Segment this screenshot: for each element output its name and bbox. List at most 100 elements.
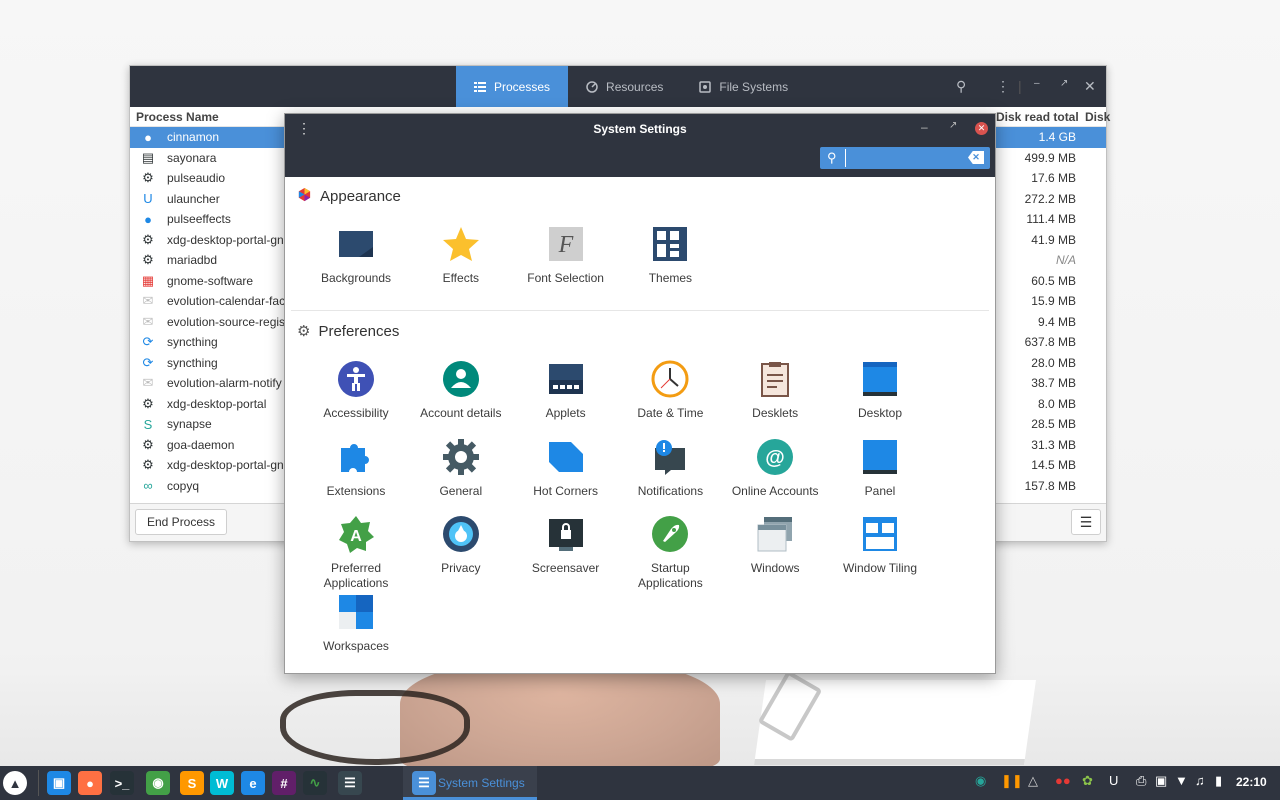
settings-item-windows[interactable]: Windows (723, 515, 827, 576)
settings-item-startup-applications[interactable]: Startup Applications (618, 515, 722, 591)
synapse-icon: S (143, 416, 153, 432)
tab-resources[interactable]: Resources (568, 66, 681, 107)
settings-item-hot-corners[interactable]: Hot Corners (514, 438, 618, 499)
terminal-icon[interactable]: >_ (110, 771, 134, 795)
wifi-icon[interactable]: ▼ (1175, 773, 1188, 788)
settings-item-label: Effects (442, 271, 480, 285)
maximize-icon[interactable]: ↗ (1060, 78, 1068, 89)
disk-read-value: 637.8 MB (1024, 335, 1076, 349)
process-name: syncthing (167, 335, 218, 349)
section-label: Appearance (320, 188, 401, 205)
synapse-icon[interactable]: ◉ (975, 773, 986, 789)
settings-item-font-selection[interactable]: F Font Selection (514, 225, 618, 286)
sayonara-icon[interactable]: ☰ (338, 771, 362, 795)
preferred-apps-icon: A (337, 515, 375, 553)
minimize-icon[interactable]: – (1034, 78, 1040, 89)
settings-item-window-tiling[interactable]: Window Tiling (828, 515, 932, 576)
close-icon[interactable]: ✕ (975, 122, 988, 135)
music-icon[interactable]: ♫ (1195, 773, 1205, 788)
edge-dev-icon[interactable]: e (241, 771, 265, 795)
webstorm-icon[interactable]: W (210, 771, 234, 795)
kebab-menu-icon[interactable]: ⋮ (996, 78, 1010, 95)
settings-item-extensions[interactable]: Extensions (304, 438, 408, 499)
settings-item-desklets[interactable]: Desklets (723, 360, 827, 421)
settings-item-effects[interactable]: Effects (409, 225, 513, 286)
slack-icon[interactable]: # (272, 771, 296, 795)
gear-icon: ⚙ (142, 252, 154, 267)
hamburger-menu-icon[interactable]: ☰ (1071, 509, 1101, 535)
close-icon[interactable]: ✕ (1084, 78, 1096, 95)
copyq-icon: ∞ (143, 478, 153, 493)
gauge-icon (586, 80, 598, 93)
screensaver-icon (547, 515, 585, 553)
settings-item-applets[interactable]: Applets (514, 360, 618, 421)
cherries-icon[interactable]: ●● (1055, 773, 1071, 788)
sublime-icon[interactable]: S (180, 771, 204, 795)
tab-file-systems[interactable]: File Systems (681, 66, 806, 107)
settings-item-privacy[interactable]: Privacy (409, 515, 513, 576)
settings-item-accessibility[interactable]: Accessibility (304, 360, 408, 421)
settings-item-label: Date & Time (637, 406, 704, 420)
settings-item-workspaces[interactable]: Workspaces (304, 593, 408, 654)
firefox-icon[interactable]: ● (78, 771, 102, 795)
vpn-icon[interactable]: △ (1028, 773, 1038, 789)
startup-icon (651, 515, 689, 553)
settings-item-label: Account details (420, 406, 502, 420)
online-accounts-icon: @ (756, 438, 794, 476)
search-field[interactable]: ⚲ ✕ (820, 147, 990, 169)
section-appearance-title: Appearance (297, 187, 401, 206)
ulauncher-tray-icon[interactable]: U (1109, 773, 1118, 788)
column-process-name[interactable]: Process Name (136, 110, 219, 124)
syncthing-tray-icon[interactable]: ✿ (1082, 773, 1093, 789)
cinnamon-icon: ● (144, 129, 152, 145)
settings-item-notifications[interactable]: Notifications (618, 438, 722, 499)
files-icon[interactable]: ▣ (47, 771, 71, 795)
disk-read-value: 272.2 MB (1024, 191, 1076, 206)
process-name: xdg-desktop-portal-gno (167, 458, 291, 472)
settings-item-panel[interactable]: Panel (828, 438, 932, 499)
clock[interactable]: 22:10 (1236, 775, 1267, 789)
settings-item-account-details[interactable]: Account details (409, 360, 513, 421)
process-name: ulauncher (167, 191, 220, 206)
menu-icon[interactable]: ▲ (3, 771, 27, 795)
chrome-icon[interactable]: ◉ (146, 771, 170, 795)
clear-search-icon[interactable]: ✕ (968, 151, 984, 164)
clock-icon (651, 360, 689, 398)
column-disk-write[interactable]: Disk (1085, 110, 1110, 124)
settings-item-themes[interactable]: Themes (618, 225, 722, 286)
minimize-icon[interactable]: – (921, 120, 928, 134)
envelope-icon: ✉ (142, 293, 154, 308)
settings-item-label: Panel (864, 483, 896, 498)
process-name: sayonara (167, 150, 217, 165)
settings-item-backgrounds[interactable]: Backgrounds (304, 225, 408, 286)
settings-item-label: Preferred Applications (323, 561, 389, 590)
disk-read-value: 8.0 MB (1037, 396, 1076, 411)
battery-icon[interactable]: ▮ (1215, 773, 1222, 789)
disk-read-value: 157.8 MB (1024, 478, 1076, 493)
pause-icon[interactable]: ❚❚ (1001, 773, 1023, 789)
settings-item-desktop[interactable]: Desktop (828, 360, 932, 421)
settings-item-preferred-applications[interactable]: A Preferred Applications (304, 515, 408, 591)
settings-item-general[interactable]: General (409, 438, 513, 499)
disk-read-value: 28.0 MB (1031, 355, 1076, 370)
end-process-button[interactable]: End Process (135, 509, 228, 535)
settings-item-screensaver[interactable]: Screensaver (514, 515, 618, 576)
settings-item-label: Window Tiling (842, 561, 918, 575)
syncthing-icon: ⟳ (142, 354, 154, 370)
settings-item-label: Notifications (637, 483, 704, 498)
tab-processes[interactable]: Processes (456, 66, 569, 107)
settings-item-date-time[interactable]: Date & Time (618, 360, 722, 421)
wallpaper-glasses (280, 690, 470, 765)
search-icon[interactable]: ⚲ (956, 78, 966, 95)
process-name: xdg-desktop-portal (167, 396, 267, 411)
system-monitor-icon[interactable]: ∿ (303, 771, 327, 795)
gear-icon: ⚙ (297, 323, 311, 340)
backgrounds-icon (337, 225, 375, 263)
printer-icon[interactable]: ⎙ (1136, 773, 1146, 789)
process-name: mariadbd (167, 253, 218, 267)
maximize-icon[interactable]: ↗ (949, 120, 957, 131)
search-input[interactable] (845, 149, 965, 167)
settings-item-online-accounts[interactable]: @ Online Accounts (723, 438, 827, 499)
column-disk-read-total[interactable]: Disk read total (996, 110, 1079, 124)
removable-drive-icon[interactable]: ▣ (1155, 773, 1167, 789)
